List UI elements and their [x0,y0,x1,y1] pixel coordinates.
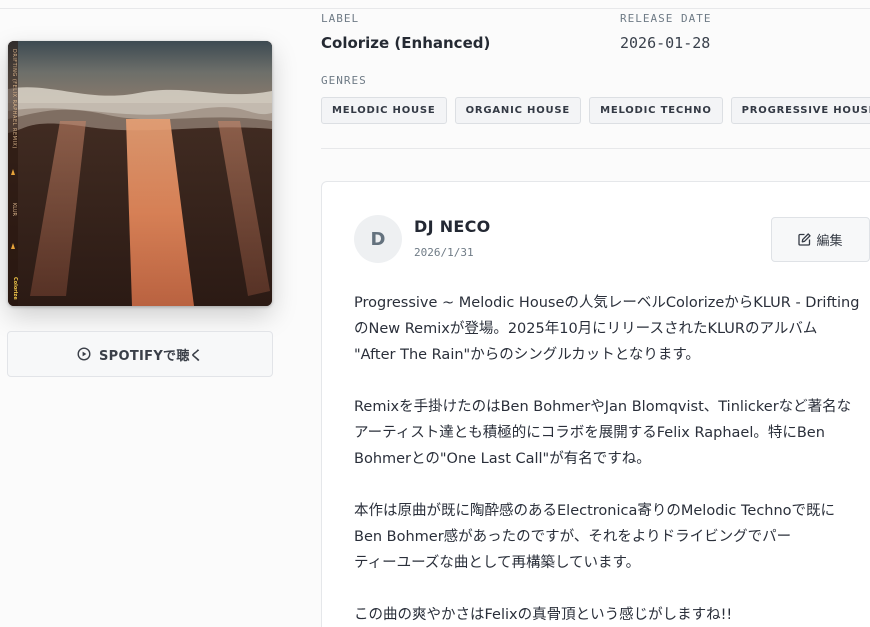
top-divider [0,8,870,9]
label-value: Colorize (Enhanced) [321,34,491,52]
review-line: この曲の爽やかさはFelixの真骨頂という感じがしますね!! [354,607,733,623]
review-line: ティーユーズな曲として再構築しています。 [354,555,641,571]
genre-tag[interactable]: PROGRESSIVE HOUSE [730,97,870,124]
cover-artwork [8,41,272,306]
review-line: Progressive ~ Melodic Houseの人気レーベルColori… [354,295,860,311]
genre-tag-list: MELODIC HOUSE ORGANIC HOUSE MELODIC TECH… [321,97,870,124]
album-cover: DRIFTING (FELIX RAPHAEL REMIX) KLUR Colo… [8,41,272,306]
review-author[interactable]: DJ NECO [414,217,491,236]
review-line: のNew Remixが登場。2025年10月にリリースされたKLURのアルバム [354,321,818,337]
cover-label-logo: Colorize [12,277,18,300]
review-line: Bohmerとの"One Last Call"が有名ですね。 [354,451,651,467]
review-line: Remixを手掛けたのはBen BohmerやJan Blomqvist、Tin… [354,399,852,415]
spotify-button-label: SPOTIFYで聴く [99,348,203,364]
play-circle-icon [77,347,91,361]
review-paragraph: Remixを手掛けたのはBen BohmerやJan Blomqvist、Tin… [354,394,870,472]
triangle-icon [11,243,15,249]
cover-spine-artist: KLUR [11,203,17,216]
review-line: 本作は原曲が既に陶酔感のあるElectronica寄りのMelodic Tech… [354,503,836,519]
review-paragraph: 本作は原曲が既に陶酔感のあるElectronica寄りのMelodic Tech… [354,498,870,576]
genre-tag[interactable]: ORGANIC HOUSE [454,97,582,124]
label-heading: LABEL [321,12,360,25]
review-date: 2026/1/31 [414,246,474,259]
edit-button[interactable]: 編集 [771,217,870,262]
triangle-icon [11,169,15,175]
cover-spine-title: DRIFTING (FELIX RAPHAEL REMIX) [11,49,17,149]
review-line: "After The Rain"からのシングルカットとなります。 [354,347,700,363]
review-paragraph: Progressive ~ Melodic Houseの人気レーベルColori… [354,290,870,368]
release-date-heading: RELEASE DATE [620,12,712,25]
review-paragraph: この曲の爽やかさはFelixの真骨頂という感じがしますね!! [354,602,870,627]
genres-heading: GENRES [321,74,367,87]
release-date-value: 2026-01-28 [620,34,711,52]
avatar: D [354,215,402,263]
section-divider [321,148,870,149]
review-body: Progressive ~ Melodic Houseの人気レーベルColori… [354,290,870,627]
spotify-listen-button[interactable]: SPOTIFYで聴く [7,331,273,377]
genre-tag[interactable]: MELODIC TECHNO [589,97,723,124]
edit-icon [798,233,812,246]
review-line: Ben Bohmer感があったのですが、それをよりドライビングでパー [354,529,792,545]
genre-tag[interactable]: MELODIC HOUSE [321,97,447,124]
review-line: アーティスト達とも積極的にコラボを展開するFelix Raphael。特にBen [354,425,825,441]
edit-button-label: 編集 [816,234,843,249]
